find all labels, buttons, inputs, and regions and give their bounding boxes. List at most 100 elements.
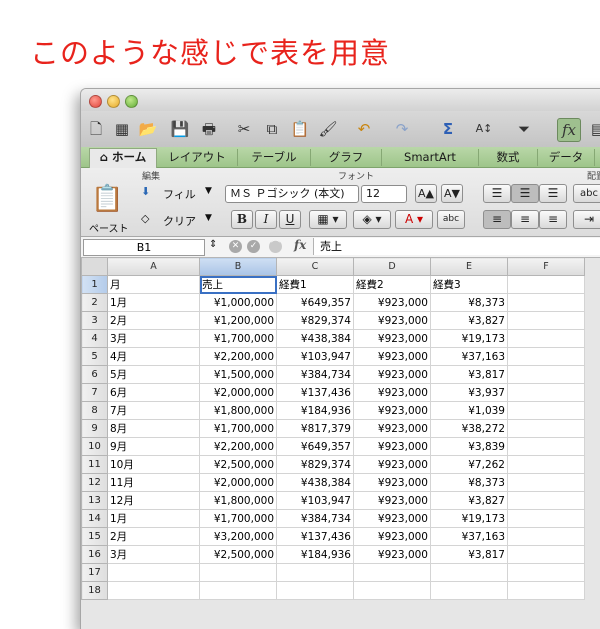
cell-e3[interactable]: ¥3,827 [430, 311, 508, 330]
cell-c9[interactable]: ¥817,379 [276, 419, 354, 438]
open-folder-icon[interactable]: 📂 [137, 118, 159, 140]
align-center-button[interactable]: ≡ [511, 210, 539, 229]
cell-c4[interactable]: ¥438,384 [276, 329, 354, 348]
bold-button[interactable]: B [231, 210, 253, 229]
paste-label[interactable]: ペースト [89, 220, 129, 235]
cell-f3[interactable] [507, 311, 585, 330]
tab-chart[interactable]: グラフ [311, 149, 382, 166]
cell-c17[interactable] [276, 563, 354, 582]
cell-e1[interactable]: 経費3 [430, 275, 508, 294]
paste-icon[interactable]: 📋 [289, 118, 311, 140]
cell-f5[interactable] [507, 347, 585, 366]
fill-color-button[interactable]: ◈ ▾ [353, 210, 391, 229]
font-color-button[interactable]: A ▾ [395, 210, 433, 229]
cell-f16[interactable] [507, 545, 585, 564]
select-all-corner[interactable] [81, 257, 108, 276]
print-icon[interactable]: 🖶 [198, 118, 220, 140]
grow-font-button[interactable]: A▲ [415, 184, 437, 203]
cell-a4[interactable]: 3月 [107, 329, 200, 348]
row-header[interactable]: 13 [81, 491, 108, 510]
cell-e7[interactable]: ¥3,937 [430, 383, 508, 402]
cell-b17[interactable] [199, 563, 277, 582]
cell-b16[interactable]: ¥2,500,000 [199, 545, 277, 564]
wrap-text-button[interactable]: abc [573, 184, 600, 203]
cell-a5[interactable]: 4月 [107, 347, 200, 366]
cell-f13[interactable] [507, 491, 585, 510]
cell-c2[interactable]: ¥649,357 [276, 293, 354, 312]
cell-d12[interactable]: ¥923,000 [353, 473, 431, 492]
cell-b14[interactable]: ¥1,700,000 [199, 509, 277, 528]
row-header[interactable]: 1 [81, 275, 108, 294]
cell-b18[interactable] [199, 581, 277, 600]
cell-f7[interactable] [507, 383, 585, 402]
cell-d7[interactable]: ¥923,000 [353, 383, 431, 402]
cell-b15[interactable]: ¥3,200,000 [199, 527, 277, 546]
cell-f14[interactable] [507, 509, 585, 528]
cell-b2[interactable]: ¥1,000,000 [199, 293, 277, 312]
row-header[interactable]: 12 [81, 473, 108, 492]
cell-a10[interactable]: 9月 [107, 437, 200, 456]
clear-dropdown-icon[interactable]: ▼ [205, 213, 212, 223]
cell-c8[interactable]: ¥184,936 [276, 401, 354, 420]
cell-f15[interactable] [507, 527, 585, 546]
cell-d2[interactable]: ¥923,000 [353, 293, 431, 312]
font-name-select[interactable]: ＭＳ Ｐゴシック (本文) [225, 185, 359, 203]
cell-d10[interactable]: ¥923,000 [353, 437, 431, 456]
cell-d6[interactable]: ¥923,000 [353, 365, 431, 384]
cell-e6[interactable]: ¥3,817 [430, 365, 508, 384]
column-header-f[interactable]: F [507, 257, 585, 276]
eraser-icon[interactable]: ◇ [141, 212, 149, 225]
minimize-window-button[interactable] [107, 95, 120, 108]
insert-function-icon[interactable]: ⌒ [269, 240, 282, 253]
cell-c7[interactable]: ¥137,436 [276, 383, 354, 402]
name-box-stepper-icon[interactable]: ⇕ [209, 239, 217, 250]
shrink-font-button[interactable]: A▼ [441, 184, 463, 203]
text-style-button[interactable]: abc [437, 210, 465, 229]
row-header[interactable]: 15 [81, 527, 108, 546]
cell-a18[interactable] [107, 581, 200, 600]
cell-a12[interactable]: 11月 [107, 473, 200, 492]
cell-b6[interactable]: ¥1,500,000 [199, 365, 277, 384]
cell-e9[interactable]: ¥38,272 [430, 419, 508, 438]
cell-e5[interactable]: ¥37,163 [430, 347, 508, 366]
cell-a8[interactable]: 7月 [107, 401, 200, 420]
new-document-icon[interactable]: 🗋 [85, 118, 107, 140]
cell-c18[interactable] [276, 581, 354, 600]
cell-a7[interactable]: 6月 [107, 383, 200, 402]
row-header[interactable]: 14 [81, 509, 108, 528]
column-header-c[interactable]: C [276, 257, 354, 276]
row-header[interactable]: 5 [81, 347, 108, 366]
undo-icon[interactable]: ↶ [353, 118, 375, 140]
cell-a11[interactable]: 10月 [107, 455, 200, 474]
cancel-entry-icon[interactable]: ✕ [229, 240, 242, 253]
row-header[interactable]: 16 [81, 545, 108, 564]
redo-icon[interactable]: ↷ [391, 118, 413, 140]
cell-f12[interactable] [507, 473, 585, 492]
row-header[interactable]: 7 [81, 383, 108, 402]
row-header[interactable]: 18 [81, 581, 108, 600]
cell-a17[interactable] [107, 563, 200, 582]
row-header[interactable]: 3 [81, 311, 108, 330]
cell-a9[interactable]: 8月 [107, 419, 200, 438]
cell-e10[interactable]: ¥3,839 [430, 437, 508, 456]
cell-e13[interactable]: ¥3,827 [430, 491, 508, 510]
cell-d1[interactable]: 経費2 [353, 275, 431, 294]
cell-e2[interactable]: ¥8,373 [430, 293, 508, 312]
fill-dropdown-icon[interactable]: ▼ [205, 186, 212, 196]
filter-icon[interactable]: ⏷ [513, 118, 535, 140]
cell-f6[interactable] [507, 365, 585, 384]
font-size-select[interactable]: 12 [361, 185, 407, 203]
cell-f18[interactable] [507, 581, 585, 600]
italic-button[interactable]: I [255, 210, 277, 229]
column-header-e[interactable]: E [430, 257, 508, 276]
tab-formulas[interactable]: 数式 [479, 149, 538, 166]
sort-icon[interactable]: A↕ [473, 118, 495, 140]
align-middle-button[interactable]: ☰ [511, 184, 539, 203]
row-header[interactable]: 8 [81, 401, 108, 420]
save-icon[interactable]: 💾 [169, 118, 191, 140]
cell-d16[interactable]: ¥923,000 [353, 545, 431, 564]
cell-d3[interactable]: ¥923,000 [353, 311, 431, 330]
format-painter-icon[interactable]: 🖌 [317, 118, 339, 140]
cell-b13[interactable]: ¥1,800,000 [199, 491, 277, 510]
cell-a15[interactable]: 2月 [107, 527, 200, 546]
